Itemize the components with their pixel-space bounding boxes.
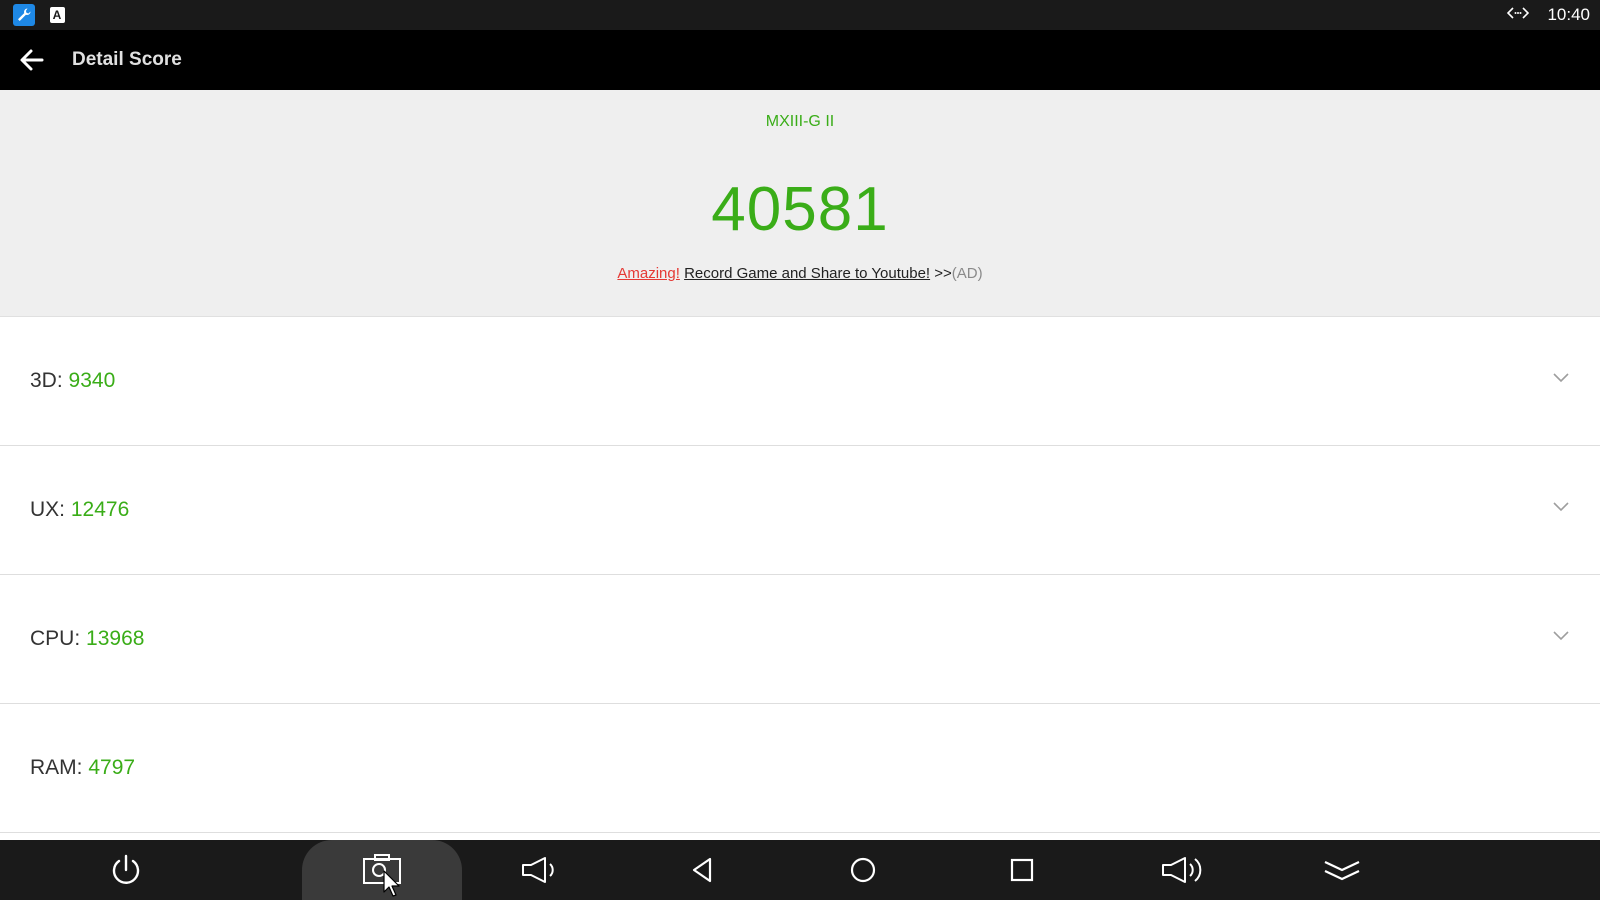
score-label: UX:: [30, 498, 66, 521]
chevron-down-icon[interactable]: [1552, 501, 1570, 513]
home-circle-icon: [850, 857, 876, 883]
ad-tag: (AD): [951, 265, 983, 282]
ethernet-icon: [1507, 6, 1530, 25]
volume-up-icon: [1162, 857, 1202, 883]
volume-down-icon: [522, 857, 554, 883]
score-label: CPU:: [30, 627, 81, 650]
volume-down-button[interactable]: [460, 840, 620, 900]
recents-button[interactable]: [942, 840, 1102, 900]
score-value: 4797: [88, 756, 136, 779]
home-button[interactable]: [783, 840, 943, 900]
a-app-letter: A: [49, 7, 65, 23]
total-score: 40581: [711, 175, 889, 244]
score-row-3d[interactable]: 3D: 9340: [0, 317, 1600, 446]
screenshot-button[interactable]: [302, 840, 462, 900]
score-label: RAM:: [30, 756, 83, 779]
chevron-down-icon[interactable]: [1552, 372, 1570, 384]
recents-square-icon: [1010, 858, 1034, 882]
mouse-cursor-icon: [383, 870, 400, 897]
power-button[interactable]: [46, 840, 206, 900]
score-header: MXIII-G II 40581 Amazing! Record Game an…: [0, 90, 1600, 317]
score-value: 13968: [86, 627, 145, 650]
a-app-icon: A: [46, 4, 68, 26]
device-name: MXIII-G II: [765, 113, 835, 130]
collapse-chevrons-icon: [1324, 861, 1360, 881]
back-button[interactable]: [623, 840, 783, 900]
ad-arrows: >>: [934, 265, 952, 282]
navigation-bar: [0, 840, 1600, 900]
status-bar: A 10:40: [0, 0, 1600, 30]
status-app-icons: A: [13, 4, 68, 26]
score-row-ram[interactable]: RAM: 4797: [0, 704, 1600, 833]
ad-highlight[interactable]: Amazing!: [617, 265, 680, 282]
back-arrow-icon[interactable]: [18, 46, 46, 74]
score-row-cpu[interactable]: CPU: 13968: [0, 575, 1600, 704]
chevron-down-icon[interactable]: [1552, 630, 1570, 642]
ad-banner[interactable]: Amazing! Record Game and Share to Youtub…: [0, 265, 1600, 282]
score-value: 12476: [70, 498, 130, 521]
page-title: Detail Score: [72, 49, 182, 70]
power-icon: [112, 854, 140, 884]
collapse-button[interactable]: [1262, 840, 1422, 900]
wrench-app-icon: [13, 4, 35, 26]
score-label: 3D:: [30, 369, 63, 392]
back-triangle-icon: [692, 857, 712, 883]
app-bar: Detail Score: [0, 30, 1600, 90]
volume-up-button[interactable]: [1102, 840, 1262, 900]
score-row-ux[interactable]: UX: 12476: [0, 446, 1600, 575]
score-value: 9340: [68, 369, 116, 392]
ad-link[interactable]: Record Game and Share to Youtube!: [684, 265, 930, 282]
status-time: 10:40: [1547, 5, 1590, 24]
